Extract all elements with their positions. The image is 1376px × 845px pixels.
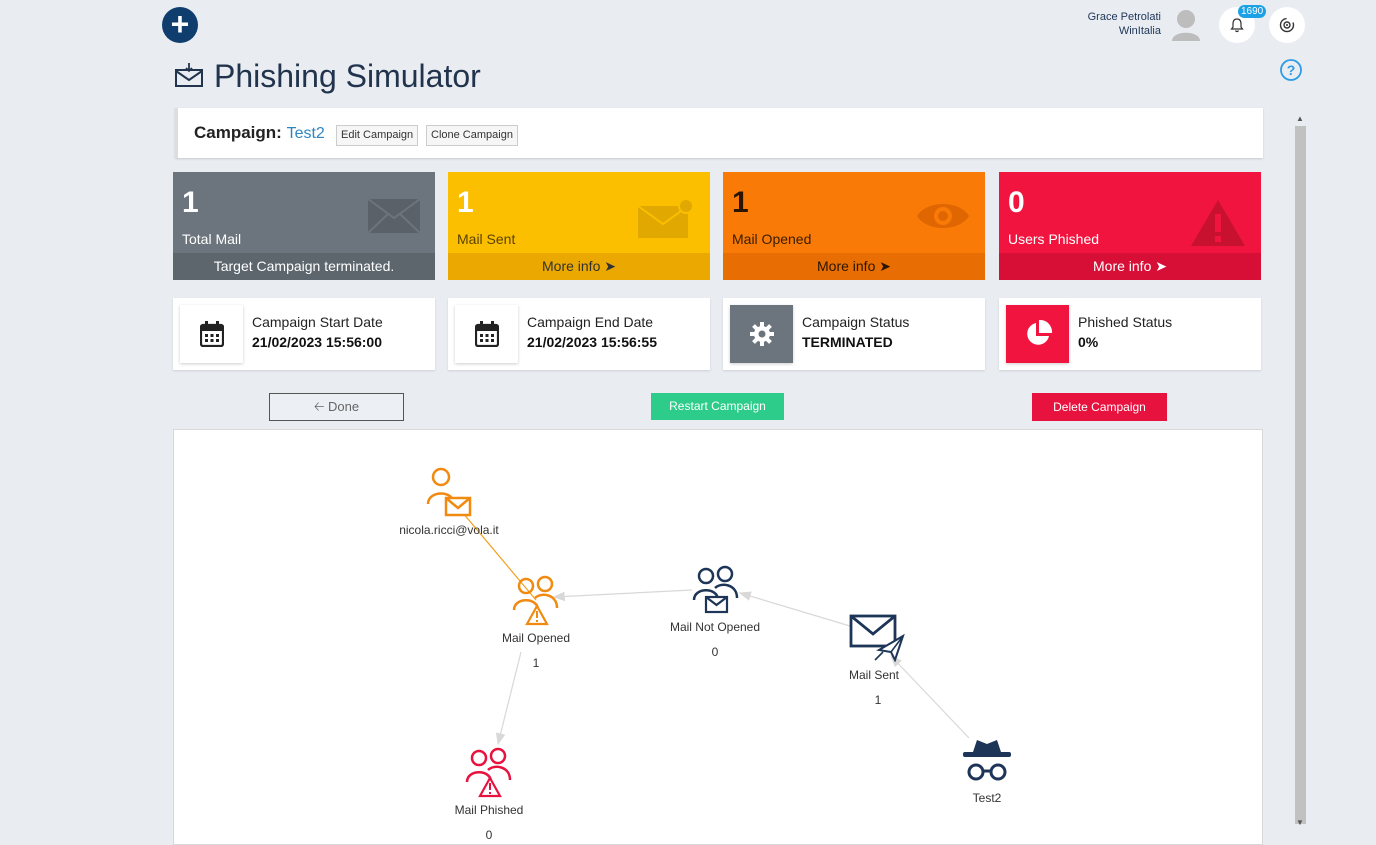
info-label: Phished Status	[1078, 314, 1173, 330]
arrow-circle-right-icon: ➤	[879, 258, 891, 274]
stat-value: 1	[457, 186, 474, 219]
arrow-circle-right-icon: ➤	[604, 258, 616, 274]
arrow-circle-right-icon: ➤	[1155, 258, 1167, 274]
node-label-user: nicola.ricci@vola.it	[399, 523, 499, 537]
stat-value: 1	[182, 186, 199, 219]
stat-users-phished: 0 Users Phished More info ➤	[999, 172, 1261, 280]
info-campaign-status: Campaign Status TERMINATED	[723, 298, 985, 370]
delete-campaign-button[interactable]: Delete Campaign	[1032, 393, 1167, 421]
campaign-name-link[interactable]: Test2	[287, 125, 325, 142]
node-count-mail-not-opened: 0	[711, 645, 719, 659]
clone-campaign-button[interactable]: Clone Campaign	[426, 125, 518, 146]
gear-icon	[730, 305, 793, 363]
stat-label: Total Mail	[182, 231, 242, 247]
info-phished-status: Phished Status 0%	[999, 298, 1261, 370]
pie-chart-icon	[1006, 305, 1069, 363]
users-envelope-icon[interactable]	[691, 564, 741, 619]
scroll-down-icon[interactable]: ▼	[1296, 818, 1304, 827]
notification-badge: 1690	[1238, 5, 1267, 18]
page-scrollbar[interactable]: ▲ ▼	[1293, 110, 1308, 833]
restart-campaign-button[interactable]: Restart Campaign	[651, 393, 784, 420]
users-warning-red-icon[interactable]	[464, 746, 514, 803]
envelope-icon	[367, 198, 421, 239]
user-org: WinItalia	[1118, 25, 1161, 37]
info-value: 0%	[1078, 334, 1099, 350]
done-button[interactable]: 🡠 Done	[269, 393, 404, 421]
envelope-send-icon[interactable]	[849, 614, 905, 667]
eye-icon	[915, 198, 971, 239]
svg-text:?: ?	[1287, 62, 1296, 78]
campaign-label-text: Campaign:	[194, 123, 282, 142]
campaign-graph[interactable]: nicola.ricci@vola.it Mail Opened 1 Mail …	[173, 429, 1263, 845]
info-value: TERMINATED	[802, 334, 893, 350]
stat-value: 1	[732, 186, 749, 219]
stat-label: Mail Sent	[457, 231, 516, 247]
scroll-up-icon[interactable]: ▲	[1296, 114, 1304, 123]
incognito-icon[interactable]	[961, 736, 1013, 789]
node-label-mail-sent: Mail Sent	[848, 668, 900, 682]
graph-edges	[451, 499, 970, 746]
page-title: Phishing Simulator	[214, 58, 481, 94]
users-warning-icon[interactable]	[511, 574, 561, 631]
avatar-icon[interactable]	[1170, 8, 1202, 42]
info-value: 21/02/2023 15:56:55	[527, 334, 657, 350]
node-label-test2: Test2	[972, 791, 1002, 805]
user-envelope-icon[interactable]	[426, 466, 472, 523]
more-info-link[interactable]: More info ➤	[723, 253, 985, 280]
more-info-link[interactable]: More info ➤	[448, 253, 710, 280]
info-end-date: Campaign End Date 21/02/2023 15:56:55	[448, 298, 710, 370]
calendar-icon	[455, 305, 518, 363]
envelope-hook-icon	[174, 62, 204, 93]
node-label-mail-phished: Mail Phished	[454, 803, 524, 817]
node-label-mail-opened: Mail Opened	[501, 631, 571, 645]
done-label: Done	[328, 399, 360, 414]
node-label-mail-not-opened: Mail Not Opened	[669, 620, 761, 634]
scroll-thumb[interactable]	[1295, 126, 1306, 824]
envelope-notification-icon	[636, 198, 696, 245]
arrow-left-icon: 🡠	[313, 399, 325, 414]
help-icon[interactable]: ?	[1279, 58, 1303, 87]
edge-notopened-opened	[552, 589, 693, 602]
campaign-label: Campaign: Test2	[194, 123, 325, 143]
info-label: Campaign End Date	[527, 314, 654, 330]
stat-mail-opened: 1 Mail Opened More info ➤	[723, 172, 985, 280]
more-info-label: More info	[542, 258, 601, 274]
stat-label: Users Phished	[1008, 231, 1100, 247]
calendar-icon	[180, 305, 243, 363]
node-count-mail-sent: 1	[874, 693, 882, 707]
more-info-label: More info	[1093, 258, 1152, 274]
more-info-link[interactable]: More info ➤	[999, 253, 1261, 280]
warning-triangle-icon	[1189, 198, 1247, 253]
campaign-bar: Campaign: Test2 Edit Campaign Clone Camp…	[175, 108, 1263, 158]
node-count-mail-opened: 1	[532, 656, 540, 670]
stat-value: 0	[1008, 186, 1025, 219]
stat-footer: Target Campaign terminated.	[173, 253, 435, 280]
info-value: 21/02/2023 15:56:00	[252, 334, 382, 350]
stat-label: Mail Opened	[732, 231, 812, 247]
node-count-mail-phished: 0	[485, 828, 493, 842]
user-name: Grace Petrolati	[1087, 11, 1161, 23]
info-start-date: Campaign Start Date 21/02/2023 15:56:00	[173, 298, 435, 370]
edit-campaign-button[interactable]: Edit Campaign	[336, 125, 419, 146]
more-info-label: More info	[817, 258, 876, 274]
info-label: Campaign Status	[802, 314, 910, 330]
add-button[interactable]: +	[162, 7, 198, 43]
stat-mail-sent: 1 Mail Sent More info ➤	[448, 172, 710, 280]
info-label: Campaign Start Date	[252, 314, 383, 330]
stat-total-mail: 1 Total Mail Target Campaign terminated.	[173, 172, 435, 280]
radar-icon[interactable]	[1269, 7, 1305, 43]
